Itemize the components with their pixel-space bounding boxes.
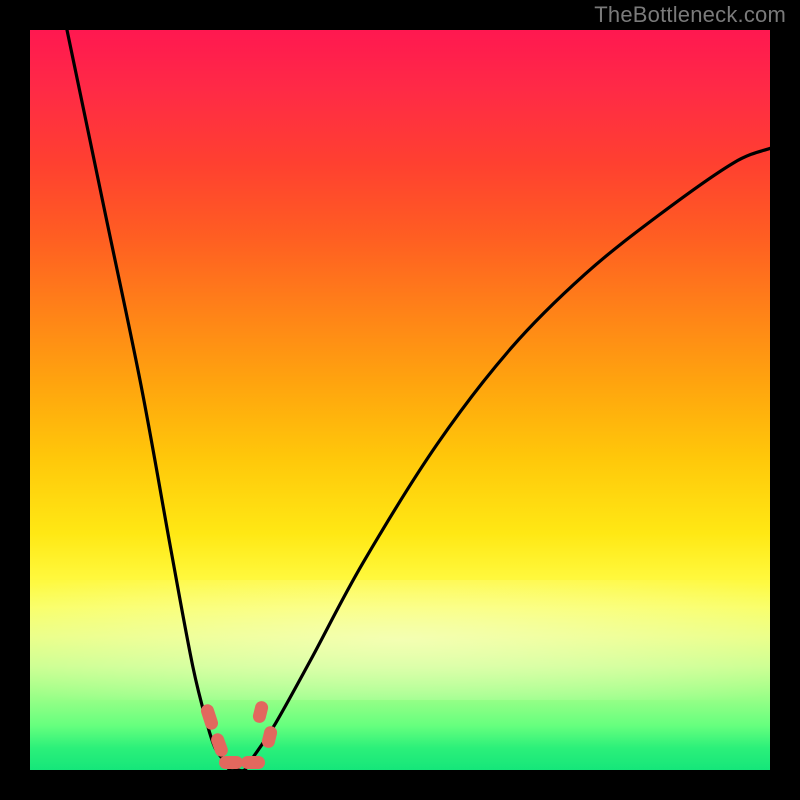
watermark-text: TheBottleneck.com bbox=[594, 2, 786, 28]
bottom-marker-2 bbox=[241, 756, 265, 769]
bottleneck-curve bbox=[67, 30, 770, 770]
figure-frame: TheBottleneck.com bbox=[0, 0, 800, 800]
bottom-marker-1 bbox=[219, 756, 243, 769]
curve-layer bbox=[30, 30, 770, 770]
plot-area bbox=[30, 30, 770, 770]
